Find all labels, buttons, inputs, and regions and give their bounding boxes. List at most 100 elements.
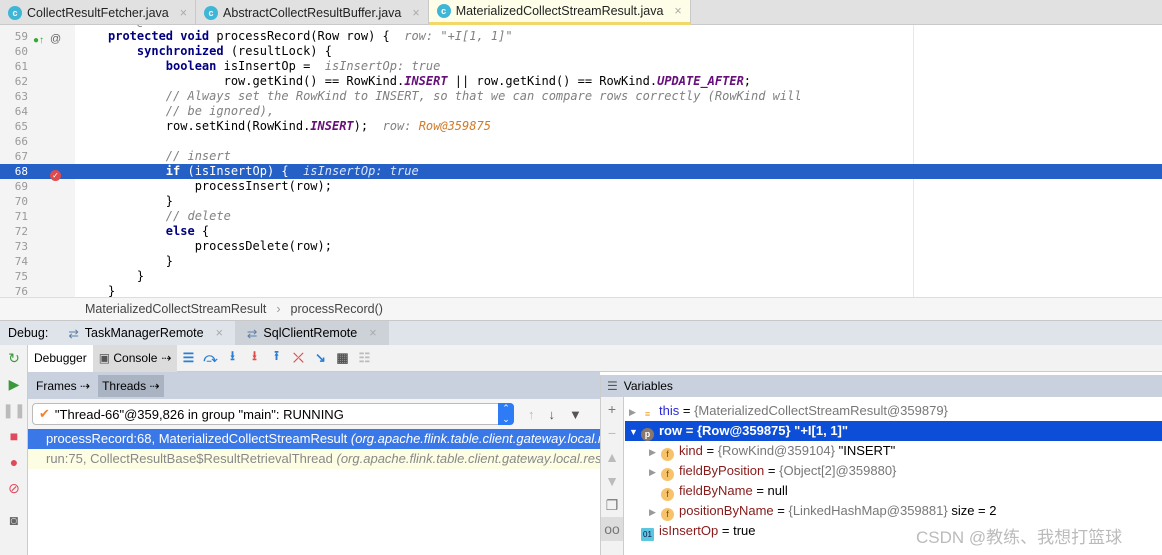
tab-console[interactable]: ▣ Console ⇢ — [92, 344, 178, 372]
expand-icon[interactable]: ▶ — [649, 442, 661, 462]
code-token: isInsertOp: true — [303, 164, 419, 178]
tab-debugger[interactable]: Debugger — [28, 344, 93, 372]
add-watch-icon[interactable]: + — [601, 397, 623, 421]
close-icon[interactable]: × — [412, 6, 419, 20]
line-number: 70 — [14, 195, 28, 208]
class-icon: c — [436, 4, 451, 18]
code-line[interactable]: 75 } — [0, 269, 1162, 284]
variable-row[interactable]: ▶ f positionByName = {LinkedHashMap@359881… — [625, 501, 1162, 521]
run-to-cursor-icon[interactable]: ↘ — [309, 350, 331, 366]
variable-row[interactable]: ▼ p row = {Row@359875} "+I[1, 1]" — [625, 421, 1162, 441]
code-token: } — [108, 254, 174, 268]
pause-icon[interactable]: ❚❚ — [0, 397, 28, 423]
thread-dropdown[interactable]: ✔ "Thread-66"@359,826 in group "main": RU… — [32, 403, 514, 425]
drop-frame-icon[interactable]: ⤫ — [287, 350, 309, 366]
code-text: row.setKind(RowKind.INSERT); row: Row@35… — [108, 119, 491, 134]
arrow-up-icon[interactable]: ↑ — [528, 407, 535, 422]
parameter-icon: p — [641, 428, 654, 441]
code-line[interactable]: 61 boolean isInsertOp = isInsertOp: true — [0, 59, 1162, 74]
tab-materialized-collect-stream-result[interactable]: c MaterializedCollectStreamResult.java × — [428, 0, 691, 25]
breadcrumb-class[interactable]: MaterializedCollectStreamResult — [85, 302, 266, 316]
layout-menu-icon[interactable]: ☰ — [177, 350, 199, 366]
code-line[interactable]: 76} — [0, 284, 1162, 297]
close-icon[interactable]: × — [216, 326, 223, 340]
glasses-icon[interactable]: oo — [601, 517, 623, 541]
variable-row[interactable]: ▶ ≡ this = {MaterializedCollectStreamResul… — [625, 401, 1162, 421]
mute-breakpoints-icon[interactable]: ⊘ — [0, 475, 28, 501]
variable-extra: size = 2 — [947, 503, 997, 518]
step-out-icon[interactable]: ⭱ — [265, 347, 287, 369]
breakpoint-icon[interactable]: ✓ — [50, 170, 61, 181]
code-line[interactable]: 60 synchronized (resultLock) { — [0, 44, 1162, 59]
line-number: 74 — [14, 255, 28, 268]
move-down-icon[interactable]: ▼ — [601, 469, 623, 493]
session-tab-sqlclient[interactable]: ⇄ SqlClientRemote × — [234, 320, 389, 346]
expand-icon[interactable]: ▶ — [649, 462, 661, 482]
code-line[interactable]: 72 else { — [0, 224, 1162, 239]
variable-value: {RowKind@359104} — [717, 443, 835, 458]
override-icon[interactable]: ●↑ — [33, 35, 44, 46]
step-over-icon[interactable]: ⤼ — [199, 350, 221, 366]
code-line[interactable]: 67 // insert — [0, 149, 1162, 164]
tab-threads[interactable]: Threads ⇢ — [98, 374, 164, 397]
frame-item[interactable]: run:75, CollectResultBase$ResultRetrieva… — [28, 449, 600, 469]
code-line[interactable]: 64 // be ignored), — [0, 104, 1162, 119]
expand-icon[interactable]: ▶ — [629, 402, 641, 422]
session-tab-taskmanager[interactable]: ⇄ TaskManagerRemote × — [56, 321, 235, 346]
copy-icon[interactable]: ❐ — [601, 493, 623, 517]
field-icon: f — [661, 488, 674, 501]
code-token: if — [108, 164, 188, 178]
code-line[interactable]: 66 — [0, 134, 1162, 149]
trace-icon[interactable]: ☷ — [353, 350, 375, 366]
variable-row[interactable]: ▶ f fieldByPosition = {Object[2]@359880} — [625, 461, 1162, 481]
frame-item[interactable]: processRecord:68, MaterializedCollectStr… — [28, 429, 600, 449]
code-text: else { — [108, 224, 209, 239]
camera-icon[interactable]: ◙ — [0, 507, 28, 533]
code-line[interactable]: 69 processInsert(row); — [0, 179, 1162, 194]
code-line[interactable]: 74 } — [0, 254, 1162, 269]
code-token: Row@359875 — [418, 119, 491, 133]
variable-row[interactable]: ▶ f kind = {RowKind@359104} "INSERT" — [625, 441, 1162, 461]
code-line[interactable]: 68 if (isInsertOp) { isInsertOp: true — [0, 164, 1162, 179]
step-into-icon[interactable]: ⭳ — [221, 347, 243, 369]
code-line[interactable]: 73 processDelete(row); — [0, 239, 1162, 254]
tab-abstract-collect-result-buffer[interactable]: c AbstractCollectResultBuffer.java × — [196, 0, 429, 25]
code-line[interactable]: 65 row.setKind(RowKind.INSERT); row: Row… — [0, 119, 1162, 134]
menu-icon[interactable]: ☰ — [607, 379, 618, 393]
breadcrumb: MaterializedCollectStreamResult › proces… — [0, 297, 1162, 320]
code-line[interactable]: 70 } — [0, 194, 1162, 209]
close-icon[interactable]: × — [674, 4, 681, 18]
close-icon[interactable]: × — [369, 326, 376, 340]
evaluate-expression-icon[interactable]: ▦ — [331, 350, 353, 366]
tab-frames[interactable]: Frames ⇢ — [32, 375, 94, 397]
code-line[interactable]: 62 row.getKind() == RowKind.INSERT || ro… — [0, 74, 1162, 89]
stop-icon[interactable]: ■ — [0, 423, 28, 449]
force-step-into-icon[interactable]: ⭳ — [243, 347, 265, 369]
resume-icon[interactable]: ▶ — [0, 371, 28, 397]
line-number: 61 — [14, 60, 28, 73]
variable-row[interactable]: f fieldByName = null — [625, 481, 1162, 501]
remove-watch-icon[interactable]: − — [601, 421, 623, 445]
tab-collect-result-fetcher[interactable]: c CollectResultFetcher.java × — [0, 0, 197, 25]
view-breakpoints-icon[interactable]: ● — [0, 449, 28, 475]
watermark: CSDN @教练、我想打篮球 — [916, 528, 1123, 547]
console-icon: ▣ — [98, 351, 114, 365]
expand-icon[interactable]: ▶ — [649, 502, 661, 522]
code-line[interactable]: 71 // delete — [0, 209, 1162, 224]
code-line[interactable]: 63 // Always set the RowKind to INSERT, … — [0, 89, 1162, 104]
code-editor[interactable]: 58 @Override59protected void processReco… — [0, 25, 1162, 297]
arrow-down-icon[interactable]: ↓ — [549, 407, 556, 422]
rerun-icon[interactable]: ↻ — [0, 345, 28, 371]
variables-header: ☰ Variables — [601, 375, 1162, 397]
code-text: // insert — [108, 149, 231, 164]
breadcrumb-method[interactable]: processRecord() — [291, 302, 383, 316]
filter-icon[interactable]: ▼ — [569, 407, 582, 422]
code-line[interactable]: 59 protected void processRecord(Row row) … — [0, 29, 1162, 44]
expanded-icon[interactable]: ▼ — [629, 422, 641, 442]
chevron-updown-icon: ⌃ ⌄ — [498, 403, 514, 425]
field-icon: f — [661, 448, 674, 461]
variable-name: isInsertOp — [659, 523, 719, 538]
move-up-icon[interactable]: ▲ — [601, 445, 623, 469]
close-icon[interactable]: × — [180, 6, 187, 20]
code-text: // Always set the RowKind to INSERT, so … — [108, 89, 802, 104]
